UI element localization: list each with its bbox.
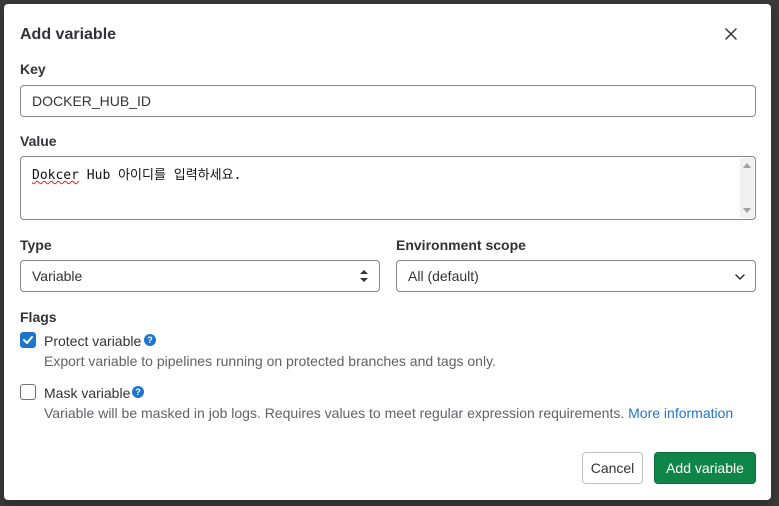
dialog-header: Add variable (20, 26, 755, 50)
value-scrollbar[interactable] (740, 158, 754, 218)
dialog-title: Add variable (20, 26, 117, 43)
value-label: Value (20, 133, 57, 149)
key-label: Key (20, 61, 46, 77)
add-variable-dialog: Add variable Key DOCKER_HUB_ID Value Dok… (4, 4, 771, 500)
protect-variable-help-icon[interactable]: ? (144, 334, 156, 346)
type-select[interactable]: Variable (20, 260, 380, 292)
flags-label: Flags (20, 309, 57, 325)
environment-scope-dropdown[interactable]: All (default) (396, 260, 756, 292)
type-selected-value: Variable (32, 268, 83, 284)
key-input[interactable]: DOCKER_HUB_ID (20, 85, 756, 117)
checkmark-icon (23, 336, 33, 344)
type-label: Type (20, 237, 52, 253)
mask-variable-help-text: Variable will be masked in job logs. Req… (44, 405, 733, 421)
close-button[interactable] (719, 22, 743, 46)
sort-arrows-icon (360, 270, 368, 282)
close-icon (725, 28, 737, 40)
add-variable-button[interactable]: Add variable (654, 452, 756, 484)
value-text: Dokcer Hub 아이디를 입력하세요. (32, 164, 241, 183)
protect-variable-help-text: Export variable to pipelines running on … (44, 353, 496, 369)
scroll-down-icon[interactable] (743, 208, 751, 213)
environment-scope-label: Environment scope (396, 237, 526, 253)
value-text-rest: Hub 아이디를 입력하세요. (78, 168, 242, 183)
value-text-misspelled: Dokcer (32, 168, 79, 183)
mask-variable-help-icon[interactable]: ? (132, 386, 144, 398)
protect-variable-label[interactable]: Protect variable (44, 333, 141, 349)
mask-variable-help-body: Variable will be masked in job logs. Req… (44, 405, 625, 421)
scroll-up-icon[interactable] (743, 163, 751, 168)
value-textarea[interactable]: Dokcer Hub 아이디를 입력하세요. (20, 156, 756, 220)
protect-variable-checkbox[interactable] (20, 332, 36, 348)
cancel-button[interactable]: Cancel (582, 452, 643, 484)
mask-variable-label[interactable]: Mask variable (44, 385, 130, 401)
chevron-down-icon (735, 274, 745, 281)
environment-scope-selected-value: All (default) (408, 268, 479, 284)
more-information-link[interactable]: More information (628, 405, 733, 421)
mask-variable-checkbox[interactable] (20, 384, 36, 400)
